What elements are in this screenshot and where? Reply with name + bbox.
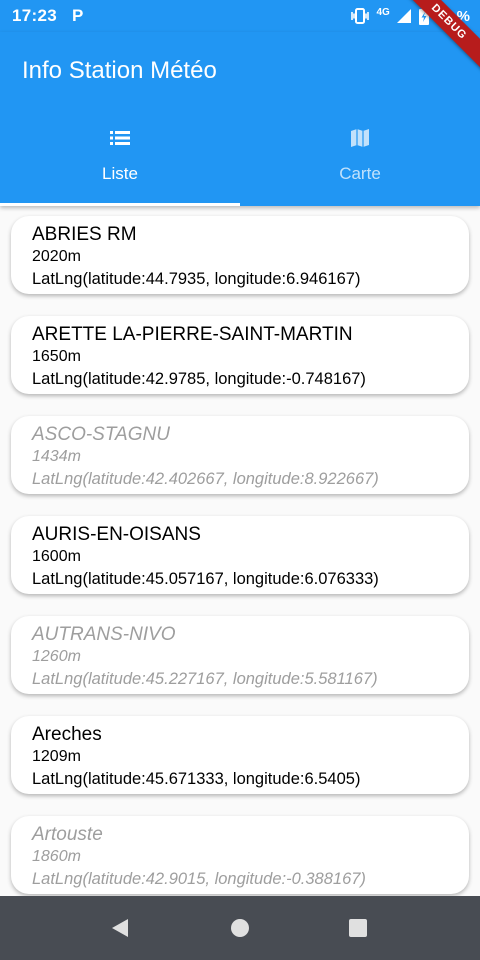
station-card-auris-en-oisans[interactable]: AURIS-EN-OISANS 1600m LatLng(latitude:45…: [11, 516, 469, 594]
map-icon: [351, 129, 369, 147]
station-card-asco-stagnu[interactable]: ASCO-STAGNU 1434m LatLng(latitude:42.402…: [11, 416, 469, 494]
station-coords: LatLng(latitude:42.402667, longitude:8.9…: [32, 470, 379, 488]
back-icon[interactable]: [110, 918, 130, 938]
station-name: ABRIES RM: [32, 224, 137, 245]
station-card-autrans-nivo[interactable]: AUTRANS-NIVO 1260m LatLng(latitude:45.22…: [11, 616, 469, 694]
station-altitude: 1209m: [32, 748, 81, 765]
station-altitude: 1260m: [32, 648, 81, 665]
station-altitude: 1434m: [32, 448, 81, 465]
app-bar: Info Station Météo Liste Carte: [0, 32, 480, 206]
station-name: AUTRANS-NIVO: [32, 624, 176, 645]
recents-icon[interactable]: [348, 918, 368, 938]
tab-indicator: [0, 203, 240, 206]
station-altitude: 1650m: [32, 348, 81, 365]
list-icon: [110, 131, 130, 145]
tab-liste-label: Liste: [102, 164, 138, 183]
status-bar: 17:23 P 4G 65 %: [0, 0, 480, 32]
page-title: Info Station Météo: [22, 57, 217, 84]
station-name: Areches: [32, 724, 102, 745]
tab-liste[interactable]: Liste: [0, 118, 240, 206]
station-name: Artouste: [32, 824, 103, 845]
station-coords: LatLng(latitude:45.227167, longitude:5.5…: [32, 670, 378, 688]
home-icon[interactable]: [230, 918, 250, 938]
station-name: AURIS-EN-OISANS: [32, 524, 201, 545]
station-card-abries-rm[interactable]: ABRIES RM 2020m LatLng(latitude:44.7935,…: [11, 216, 469, 294]
station-card-artouste[interactable]: Artouste 1860m LatLng(latitude:42.9015, …: [11, 816, 469, 894]
station-altitude: 1600m: [32, 548, 81, 565]
station-coords: LatLng(latitude:44.7935, longitude:6.946…: [32, 270, 361, 288]
station-coords: LatLng(latitude:45.057167, longitude:6.0…: [32, 570, 379, 588]
station-altitude: 1860m: [32, 848, 81, 865]
station-coords: LatLng(latitude:45.671333, longitude:6.5…: [32, 770, 361, 788]
vibrate-icon: [351, 8, 370, 24]
station-card-arette[interactable]: ARETTE LA-PIERRE-SAINT-MARTIN 1650m LatL…: [11, 316, 469, 394]
station-name: ASCO-STAGNU: [32, 424, 170, 445]
station-altitude: 2020m: [32, 248, 81, 265]
network-type: 4G: [376, 6, 390, 18]
status-time: 17:23: [12, 6, 57, 25]
station-list[interactable]: ABRIES RM 2020m LatLng(latitude:44.7935,…: [0, 206, 480, 896]
signal-icon: [396, 9, 411, 23]
tab-carte-label: Carte: [339, 164, 381, 183]
station-coords: LatLng(latitude:42.9015, longitude:-0.38…: [32, 870, 366, 888]
parking-app-icon: P: [72, 6, 84, 25]
station-card-areches[interactable]: Areches 1209m LatLng(latitude:45.671333,…: [11, 716, 469, 794]
tab-carte[interactable]: Carte: [240, 118, 480, 206]
station-coords: LatLng(latitude:42.9785, longitude:-0.74…: [32, 370, 366, 388]
station-name: ARETTE LA-PIERRE-SAINT-MARTIN: [32, 324, 353, 345]
navigation-bar: [0, 896, 480, 960]
